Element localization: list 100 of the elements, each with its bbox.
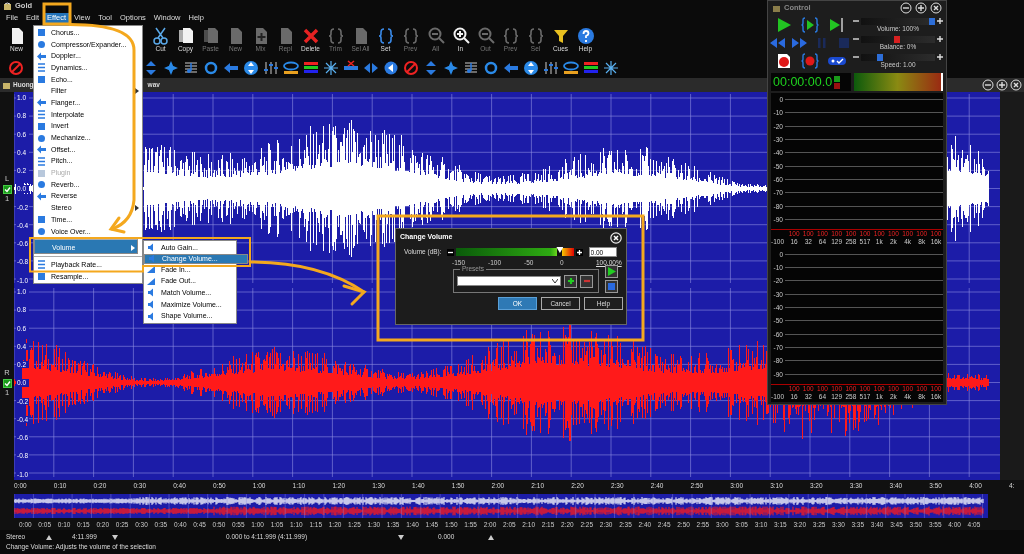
arrow-icon (37, 145, 46, 155)
circle-icon (37, 180, 46, 190)
plus-icon (566, 277, 575, 285)
staff-icon[interactable] (463, 59, 480, 76)
dropdown-arrow-icon[interactable] (488, 534, 494, 540)
magnifier-icon (426, 27, 445, 45)
rewind-button[interactable] (769, 36, 786, 50)
minus-icon[interactable] (853, 54, 859, 60)
close-icon[interactable] (930, 2, 942, 14)
lines-icon (37, 63, 46, 73)
app-icon (772, 3, 781, 13)
color-bars-icon[interactable] (303, 59, 320, 76)
circle-arrows-icon[interactable] (523, 59, 540, 76)
remove-preset-button[interactable] (580, 274, 593, 288)
square-icon (37, 215, 46, 225)
minimize-icon[interactable] (900, 2, 912, 14)
sliders-icon[interactable] (543, 59, 560, 76)
braces-icon (526, 27, 545, 45)
presets-dropdown[interactable] (457, 276, 561, 286)
braces-icon (401, 27, 420, 45)
staff-icon[interactable] (183, 59, 200, 76)
volume-slider[interactable] (455, 248, 574, 256)
highlight-frame (42, 2, 72, 26)
document-icon (2, 80, 11, 90)
app-icon (3, 1, 12, 11)
braces-icon (501, 27, 520, 45)
maximize-icon[interactable] (915, 2, 927, 14)
minus-icon (582, 277, 591, 285)
minus-icon[interactable] (853, 36, 859, 42)
submenu-arrow-icon (131, 244, 135, 251)
minus-icon[interactable] (853, 18, 859, 24)
dropdown-arrow-icon[interactable] (46, 534, 52, 540)
lines-icon (37, 110, 46, 120)
circle-icon (37, 227, 46, 237)
square-icon (37, 28, 46, 38)
ellipse-icon[interactable] (563, 59, 580, 76)
slider-thumb[interactable] (894, 35, 901, 43)
channel-checkbox[interactable] (2, 184, 12, 194)
dropdown-arrow-icon[interactable] (398, 534, 404, 540)
plus-icon[interactable] (937, 54, 943, 60)
slider-thumb[interactable] (929, 17, 935, 25)
lines-icon (37, 260, 46, 270)
circle-icon (37, 133, 46, 143)
pages-icon (201, 27, 220, 45)
slider-thumb[interactable] (556, 247, 564, 253)
play-to-end-button[interactable] (827, 16, 846, 33)
stop-button[interactable] (605, 280, 618, 293)
arrow-icon (37, 51, 46, 61)
no-entry-icon[interactable] (8, 59, 25, 76)
scissors-icon (151, 27, 170, 45)
fast-forward-button[interactable] (791, 36, 808, 50)
no-entry-icon[interactable] (403, 59, 420, 76)
circle-arrows-icon[interactable] (243, 59, 260, 76)
chevron-down-icon (552, 279, 558, 283)
braces-icon (376, 27, 395, 45)
slider-thumb[interactable] (876, 53, 883, 61)
slider-track[interactable] (861, 35, 935, 43)
stop-icon (608, 283, 615, 290)
color-bars-icon[interactable] (583, 59, 600, 76)
maximize-icon[interactable] (996, 79, 1008, 91)
star-icon[interactable] (443, 59, 460, 76)
square-icon (37, 75, 46, 85)
pages-icon (176, 27, 195, 45)
channel-checkbox[interactable] (2, 378, 12, 388)
square-icon (37, 121, 46, 131)
zoom-in-icon (451, 27, 470, 45)
play-selection-button[interactable] (801, 16, 820, 33)
speaker-icon[interactable] (383, 59, 400, 76)
help-icon (576, 27, 595, 45)
close-icon[interactable] (610, 231, 622, 244)
square-icon (37, 272, 46, 282)
dropdown-arrow-icon[interactable] (112, 534, 118, 540)
plus-icon[interactable] (937, 36, 943, 42)
circle-icon (37, 40, 46, 50)
zoom-out-icon (476, 27, 495, 45)
braces-icon (326, 27, 345, 45)
add-preset-button[interactable] (564, 274, 577, 288)
plus-icon[interactable] (937, 18, 943, 24)
x-mark-icon (301, 27, 320, 45)
submenu-arrow-icon (135, 88, 139, 95)
ellipse-icon[interactable] (283, 59, 300, 76)
arrow-icon (37, 191, 46, 201)
minus-icon[interactable] (446, 248, 454, 256)
slider-track[interactable] (861, 17, 935, 25)
spark-icon[interactable] (323, 59, 340, 76)
square-icon (37, 168, 46, 178)
overview-drawing[interactable] (14, 494, 988, 518)
play-icon (607, 267, 616, 276)
submenu-arrow-icon (135, 205, 139, 212)
sliders-icon[interactable] (263, 59, 280, 76)
lines-icon (37, 156, 46, 166)
star-icon[interactable] (163, 59, 180, 76)
time-readout: 00:00:00.0 (773, 74, 833, 90)
status-lights-icon (834, 75, 841, 89)
spark-icon[interactable] (603, 59, 620, 76)
close-icon[interactable] (1010, 79, 1022, 91)
record-selection-button[interactable] (801, 53, 820, 70)
minimize-icon[interactable] (982, 79, 994, 91)
play-button[interactable] (605, 265, 618, 278)
slider-track[interactable] (861, 53, 935, 61)
